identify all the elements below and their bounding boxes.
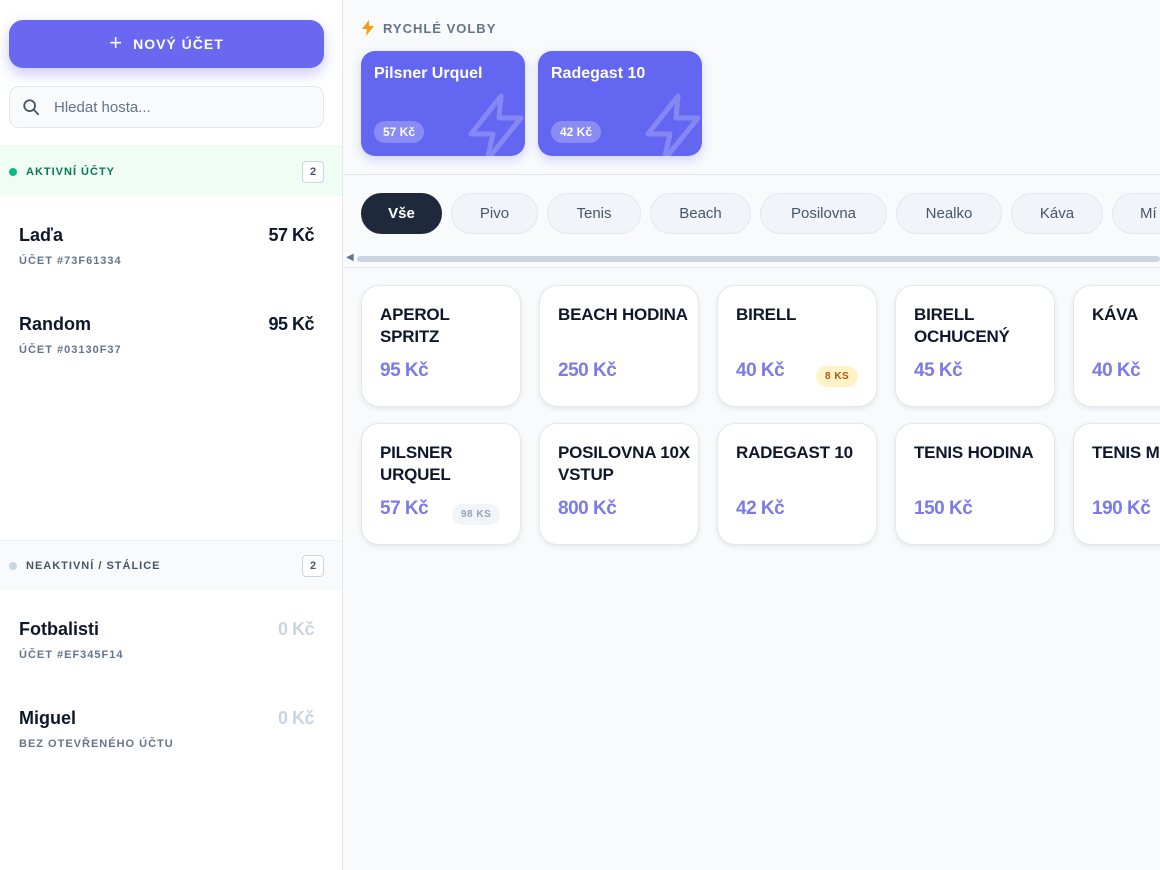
account-item[interactable]: Random 95 Kč ÚČET #03130F37 bbox=[0, 314, 342, 402]
product-price: 45 Kč bbox=[914, 360, 963, 381]
product-card[interactable]: TENIS M 190 Kč bbox=[1073, 423, 1160, 545]
category-pill[interactable]: Nealko bbox=[896, 193, 1002, 234]
account-item[interactable]: Miguel 0 Kč BEZ OTEVŘENÉHO ÚČTU bbox=[0, 708, 342, 796]
product-price: 40 Kč bbox=[1092, 360, 1141, 381]
lightning-icon bbox=[645, 93, 701, 156]
product-card[interactable]: POSILOVNA 10X VSTUP 800 Kč bbox=[539, 423, 699, 545]
plus-icon: + bbox=[109, 30, 124, 55]
horizontal-scrollbar[interactable] bbox=[357, 256, 1160, 262]
category-pill[interactable]: Vše bbox=[361, 193, 442, 234]
account-id: ÚČET #EF345F14 bbox=[19, 649, 124, 661]
category-pill[interactable]: Tenis bbox=[547, 193, 641, 234]
account-amount: 95 Kč bbox=[268, 314, 314, 334]
account-item[interactable]: Laďa 57 Kč ÚČET #73F61334 bbox=[0, 225, 342, 313]
search-input[interactable] bbox=[54, 98, 304, 116]
scroll-left-icon[interactable]: ◀ bbox=[346, 252, 354, 263]
product-name: BEACH HODINA bbox=[558, 305, 688, 324]
stock-badge: 98 KS bbox=[452, 504, 501, 525]
category-pill[interactable]: Káva bbox=[1011, 193, 1103, 234]
status-dot bbox=[9, 561, 17, 570]
product-name: BIRELL OCHUCENÝ bbox=[914, 305, 1010, 346]
product-card[interactable]: APEROL SPRITZ 95 Kč bbox=[361, 285, 521, 407]
quick-option-price: 57 Kč bbox=[374, 121, 425, 143]
product-name: POSILOVNA 10X VSTUP bbox=[558, 443, 690, 484]
quick-option-price: 42 Kč bbox=[551, 121, 602, 143]
active-accounts-header: AKTIVNÍ ÚČTY 2 bbox=[0, 146, 342, 196]
product-price: 95 Kč bbox=[380, 360, 429, 381]
account-amount: 0 Kč bbox=[277, 708, 315, 728]
category-pill[interactable]: Beach bbox=[650, 193, 751, 234]
product-price: 190 Kč bbox=[1092, 498, 1151, 519]
category-pill[interactable]: Mí bbox=[1112, 193, 1160, 234]
account-id: BEZ OTEVŘENÉHO ÚČTU bbox=[19, 738, 174, 750]
product-card[interactable]: KÁVA 40 Kč bbox=[1073, 285, 1160, 407]
product-name: TENIS HODINA bbox=[914, 443, 1034, 462]
product-price: 57 Kč bbox=[380, 498, 429, 519]
category-pill[interactable]: Posilovna bbox=[760, 193, 887, 234]
product-card[interactable]: BEACH HODINA 250 Kč bbox=[539, 285, 699, 407]
count-badge: 2 bbox=[302, 555, 324, 577]
count-badge: 2 bbox=[302, 161, 324, 183]
quick-options-title: RYCHLÉ VOLBY bbox=[383, 20, 497, 36]
divider bbox=[343, 174, 1160, 175]
product-name: BIRELL bbox=[736, 305, 797, 324]
product-name: PILSNER URQUEL bbox=[380, 443, 453, 484]
product-card[interactable]: TENIS HODINA 150 Kč bbox=[895, 423, 1055, 545]
account-amount: 0 Kč bbox=[277, 619, 315, 639]
status-dot bbox=[9, 167, 17, 176]
lightning-icon bbox=[468, 93, 524, 156]
product-name: KÁVA bbox=[1092, 305, 1139, 324]
quick-option-name: Radegast 10 bbox=[551, 65, 646, 82]
product-price: 150 Kč bbox=[914, 498, 973, 519]
quick-option-name: Pilsner Urquel bbox=[374, 65, 483, 82]
product-name: TENIS M bbox=[1092, 443, 1160, 462]
sidebar: + NOVÝ ÚČET AKTIVNÍ ÚČTY 2 Laďa 57 Kč ÚČ… bbox=[0, 0, 343, 870]
product-card[interactable]: BIRELL 40 Kč 8 KS bbox=[717, 285, 877, 407]
stock-badge: 8 KS bbox=[816, 366, 859, 387]
product-name: RADEGAST 10 bbox=[736, 443, 853, 462]
product-card[interactable]: PILSNER URQUEL 57 Kč 98 KS bbox=[361, 423, 521, 545]
account-id: ÚČET #73F61334 bbox=[19, 255, 122, 267]
divider bbox=[343, 267, 1160, 268]
product-card[interactable]: RADEGAST 10 42 Kč bbox=[717, 423, 877, 545]
product-price: 42 Kč bbox=[736, 498, 785, 519]
account-name: Random bbox=[19, 314, 91, 334]
inactive-accounts-header: NEAKTIVNÍ / STÁLICE 2 bbox=[0, 540, 342, 590]
new-account-label: NOVÝ ÚČET bbox=[133, 36, 224, 52]
product-price: 250 Kč bbox=[558, 360, 617, 381]
quick-options-label: RYCHLÉ VOLBY bbox=[361, 20, 496, 36]
product-name: APEROL SPRITZ bbox=[380, 305, 450, 346]
new-account-button[interactable]: + NOVÝ ÚČET bbox=[9, 20, 324, 68]
section-title: AKTIVNÍ ÚČTY bbox=[26, 165, 115, 178]
product-price: 40 Kč bbox=[736, 360, 785, 381]
product-price: 800 Kč bbox=[558, 498, 617, 519]
search-icon bbox=[23, 99, 40, 116]
search-box bbox=[9, 86, 324, 128]
quick-option-card[interactable]: Pilsner Urquel 57 Kč bbox=[361, 51, 525, 156]
account-name: Fotbalisti bbox=[19, 619, 99, 639]
quick-option-card[interactable]: Radegast 10 42 Kč bbox=[538, 51, 702, 156]
account-name: Miguel bbox=[19, 708, 76, 728]
account-name: Laďa bbox=[19, 225, 63, 245]
category-pill[interactable]: Pivo bbox=[451, 193, 538, 234]
account-id: ÚČET #03130F37 bbox=[19, 344, 122, 356]
section-title: NEAKTIVNÍ / STÁLICE bbox=[26, 559, 161, 572]
account-item[interactable]: Fotbalisti 0 Kč ÚČET #EF345F14 bbox=[0, 619, 342, 707]
product-card[interactable]: BIRELL OCHUCENÝ 45 Kč bbox=[895, 285, 1055, 407]
main-area: RYCHLÉ VOLBY Pilsner Urquel 57 Kč Radega… bbox=[343, 0, 1160, 870]
lightning-icon bbox=[362, 20, 374, 36]
account-amount: 57 Kč bbox=[268, 225, 314, 245]
